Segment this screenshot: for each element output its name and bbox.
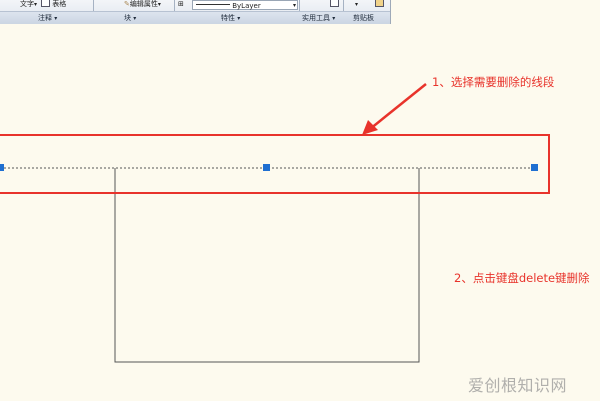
grip-handle-mid[interactable] xyxy=(263,164,270,171)
annotation-step-1: 1、选择需要删除的线段 xyxy=(432,75,555,89)
annotation-step-2: 2、点击键盘delete键删除 xyxy=(454,271,590,285)
drawn-rectangle[interactable] xyxy=(114,168,420,363)
drawing-canvas[interactable] xyxy=(0,0,600,401)
annotation-arrow-line xyxy=(369,83,427,130)
annotation-arrow-head-icon xyxy=(362,120,378,135)
highlight-box xyxy=(0,134,550,194)
grip-handle-right[interactable] xyxy=(531,164,538,171)
watermark: 爱创根知识网 xyxy=(468,376,568,395)
grip-handle-left[interactable] xyxy=(0,164,4,171)
